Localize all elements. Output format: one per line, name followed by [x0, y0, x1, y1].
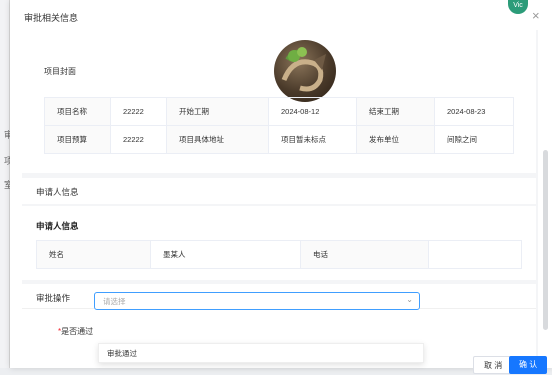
- applicant-card: 申请人信息 姓名 墨某人 电话: [22, 206, 536, 280]
- section-title: 审批操作: [36, 293, 71, 303]
- table-row: 姓名 墨某人 电话: [36, 240, 522, 269]
- table-row: 项目名称 22222 开始工期 2024-08-12 结束工期 2024-08-…: [44, 97, 514, 126]
- dialog-title: 审批相关信息: [24, 13, 79, 23]
- project-info-card: 项目封面 项目名称 22222 开始工期 2024-08-12 结束工期 202…: [22, 30, 536, 173]
- field-value: 22222: [110, 97, 167, 126]
- dialog-body[interactable]: 项目封面 项目名称 22222 开始工期 2024-08-12 结束工期 202…: [22, 30, 538, 360]
- field-value: 项目暂未标点: [268, 125, 357, 154]
- field-value: 间隙之间: [434, 125, 514, 154]
- applicant-table: 姓名 墨某人 电话: [36, 240, 522, 269]
- avatar[interactable]: Vic: [508, 0, 528, 14]
- field-value: 22222: [110, 125, 167, 154]
- table-row: 项目预算 22222 项目具体地址 项目暂未标点 发布单位 间隙之间: [44, 125, 514, 154]
- applicant-header: 申请人信息: [22, 178, 536, 204]
- pass-label-text: 是否通过: [61, 327, 94, 336]
- field-label: 姓名: [36, 240, 151, 269]
- approval-dialog: 审批相关信息 Vic × 项目封面 项目名称 22222 开始工期 2024-0…: [10, 0, 552, 374]
- project-info-table: 项目名称 22222 开始工期 2024-08-12 结束工期 2024-08-…: [44, 97, 514, 154]
- field-value: [428, 240, 522, 269]
- project-cover-image: [274, 40, 336, 102]
- field-label: 结束工期: [356, 97, 435, 126]
- field-value: 墨某人: [150, 240, 301, 269]
- field-label: 项目预算: [44, 125, 111, 154]
- cancel-button[interactable]: 取 消: [473, 356, 514, 374]
- background-page-edge: 审 项 室: [0, 0, 13, 368]
- field-value: 2024-08-12: [268, 97, 357, 126]
- pass-label: *是否通过: [58, 326, 93, 337]
- field-label: 电话: [300, 240, 429, 269]
- field-label: 开始工期: [166, 97, 269, 126]
- scrollbar[interactable]: [543, 150, 548, 330]
- pass-select[interactable]: 请选择 ⌄: [94, 292, 420, 310]
- select-placeholder: 请选择: [103, 297, 126, 306]
- close-icon[interactable]: ×: [532, 8, 540, 23]
- field-label: 项目名称: [44, 97, 111, 126]
- field-label: 项目具体地址: [166, 125, 269, 154]
- section-title: 申请人信息: [36, 187, 79, 197]
- chevron-down-icon: ⌄: [406, 295, 413, 304]
- select-dropdown-option[interactable]: 审批通过: [98, 343, 424, 363]
- confirm-button[interactable]: 确 认: [509, 356, 548, 374]
- field-value: 2024-08-23: [434, 97, 514, 126]
- cover-label: 项目封面: [44, 67, 76, 76]
- field-label: 发布单位: [356, 125, 435, 154]
- applicant-subtitle: 申请人信息: [36, 221, 79, 231]
